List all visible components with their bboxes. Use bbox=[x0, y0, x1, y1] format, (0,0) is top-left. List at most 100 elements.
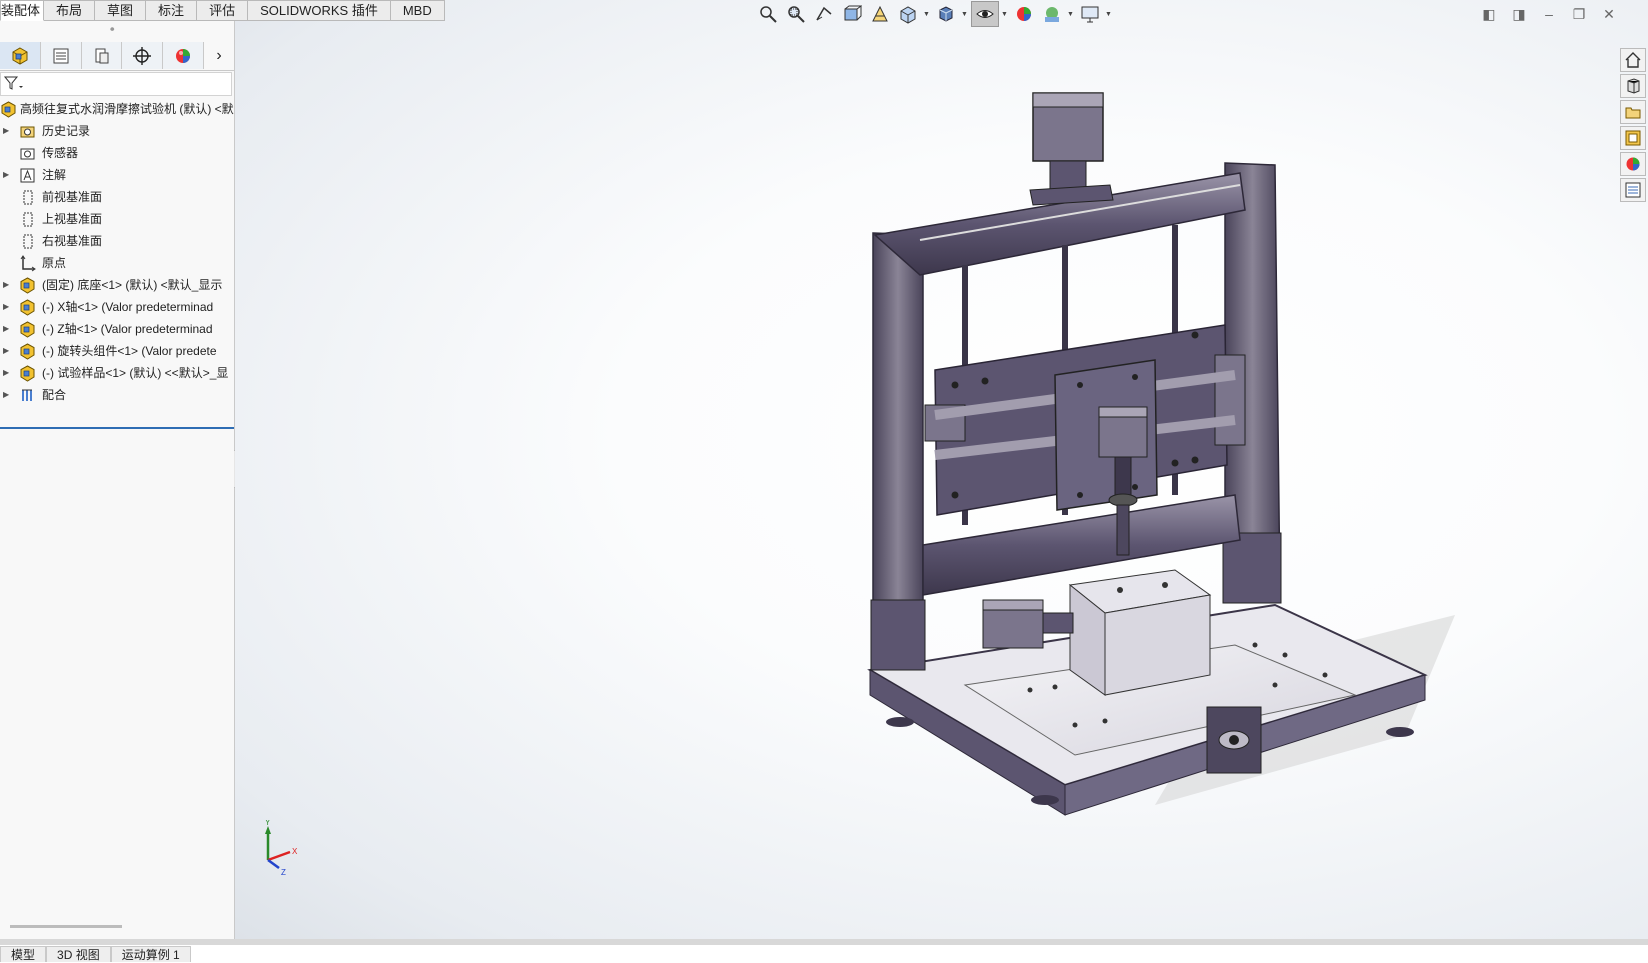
tree-item[interactable]: ▶ 注解 bbox=[0, 164, 234, 186]
view-orientation-button[interactable] bbox=[895, 2, 921, 26]
chevron-down-icon[interactable]: ▼ bbox=[1001, 11, 1009, 18]
view-settings-button[interactable] bbox=[1077, 2, 1103, 26]
section-view-button[interactable] bbox=[839, 2, 865, 26]
x-axis-arrow bbox=[267, 850, 291, 862]
chevron-down-icon[interactable]: ▼ bbox=[923, 11, 931, 18]
tree-item[interactable]: ▶ (-) 试验样品<1> (默认) <<默认>_显 bbox=[0, 362, 234, 384]
tree-item-label: 原点 bbox=[42, 256, 67, 270]
expand-arrow-icon[interactable]: ▶ bbox=[3, 318, 9, 340]
home-icon bbox=[1625, 52, 1641, 68]
expand-arrow-icon[interactable]: ▶ bbox=[3, 384, 9, 406]
tree-item[interactable]: ▶ (-) Z轴<1> (Valor predeterminad bbox=[0, 318, 234, 340]
solidworks-resources-tab[interactable] bbox=[1620, 48, 1646, 72]
design-library-tab[interactable] bbox=[1620, 74, 1646, 98]
tree-item[interactable]: 上视基准面 bbox=[0, 208, 234, 230]
mates-icon bbox=[22, 389, 32, 401]
bottom-tabs: 模型 3D 视图 运动算例 1 bbox=[0, 946, 191, 962]
tab-3d-views[interactable]: 3D 视图 bbox=[46, 946, 111, 962]
display-style-icon bbox=[939, 6, 953, 22]
lower-crossbar bbox=[922, 494, 1241, 596]
scene-icon bbox=[1045, 7, 1059, 22]
tree-item-label: 历史记录 bbox=[42, 124, 91, 138]
minimize-icon[interactable]: – bbox=[1538, 3, 1560, 25]
panel-tab-bar: › bbox=[0, 42, 234, 71]
feature-manager-tab[interactable] bbox=[0, 42, 41, 69]
tab-sketch[interactable]: 草图 bbox=[95, 0, 147, 21]
restore-icon[interactable]: ❐ bbox=[1568, 3, 1590, 25]
close-icon[interactable]: ✕ bbox=[1598, 3, 1620, 25]
expand-arrow-icon[interactable]: ▶ bbox=[3, 340, 9, 362]
property-manager-tab[interactable] bbox=[40, 42, 82, 69]
tree-item[interactable]: 传感器 bbox=[0, 142, 234, 164]
tab-motion-study[interactable]: 运动算例 1 bbox=[110, 946, 191, 962]
assembly-model-render[interactable] bbox=[635, 85, 1455, 835]
tree-filter[interactable] bbox=[0, 72, 232, 96]
tree-item[interactable]: ▶ 历史记录 bbox=[0, 120, 234, 142]
zoom-to-fit-button[interactable] bbox=[755, 2, 781, 26]
tree-item[interactable]: ▶ 配合 bbox=[0, 384, 234, 406]
coordinate-triad: Y X Z bbox=[265, 820, 298, 877]
tile-right-icon[interactable]: ◨ bbox=[1508, 3, 1530, 25]
tab-markup[interactable]: 标注 bbox=[146, 0, 198, 21]
tree-item[interactable]: ▶ (-) X轴<1> (Valor predeterminad bbox=[0, 296, 234, 318]
tree-item-label: (-) Z轴<1> (Valor predeterminad bbox=[42, 322, 213, 336]
chevron-down-icon[interactable]: ▼ bbox=[1105, 11, 1113, 18]
tree-root-assembly[interactable]: 高频往复式水润滑摩擦试验机 (默认) <默 bbox=[0, 98, 234, 120]
feature-tree: 高频往复式水润滑摩擦试验机 (默认) <默 ▶ 历史记录传感器 ▶ 注解 前视基准面上视… bbox=[0, 98, 234, 406]
history-folder-icon bbox=[20, 126, 35, 138]
expand-arrow-icon[interactable]: ▶ bbox=[3, 362, 9, 384]
component-icon bbox=[20, 343, 35, 360]
panel-grip-icon[interactable]: ⦁ bbox=[110, 23, 115, 34]
apply-scene-button[interactable] bbox=[1039, 2, 1065, 26]
tab-layout[interactable]: 布局 bbox=[44, 0, 96, 21]
horizontal-scrollbar[interactable] bbox=[10, 925, 122, 928]
configuration-icon bbox=[95, 48, 109, 63]
tree-item[interactable]: 前视基准面 bbox=[0, 186, 234, 208]
tree-item[interactable]: ▶ (固定) 底座<1> (默认) <默认_显示 bbox=[0, 274, 234, 296]
display-style-button[interactable] bbox=[933, 2, 959, 26]
expand-arrow-icon[interactable]: ▶ bbox=[3, 120, 9, 142]
dimxpert-manager-tab[interactable] bbox=[122, 42, 164, 69]
configuration-manager-tab[interactable] bbox=[81, 42, 123, 69]
tree-item-label: 传感器 bbox=[42, 146, 79, 160]
tab-evaluate[interactable]: 评估 bbox=[197, 0, 249, 21]
annotation-icon bbox=[20, 168, 35, 183]
view-palette-tab[interactable] bbox=[1620, 126, 1646, 150]
tab-mbd[interactable]: MBD bbox=[390, 0, 445, 21]
tree-item-label: 配合 bbox=[42, 388, 67, 402]
view-orientation-icon bbox=[900, 6, 916, 24]
edit-appearance-button[interactable] bbox=[1011, 2, 1037, 26]
crosshair-icon bbox=[133, 46, 152, 65]
expand-arrow-icon[interactable]: ▶ bbox=[3, 164, 9, 186]
file-explorer-tab[interactable] bbox=[1620, 100, 1646, 124]
zoom-fit-icon bbox=[760, 6, 777, 23]
custom-properties-tab[interactable] bbox=[1620, 178, 1646, 202]
expand-arrow-icon[interactable]: ▶ bbox=[3, 274, 9, 296]
tree-item[interactable]: ▶ (-) 旋转头组件<1> (Valor predete bbox=[0, 340, 234, 362]
tree-item-label: 右视基准面 bbox=[42, 234, 103, 248]
tree-item[interactable]: 右视基准面 bbox=[0, 230, 234, 252]
tab-model[interactable]: 模型 bbox=[0, 946, 47, 962]
test-sample-block bbox=[1068, 569, 1212, 696]
tree-item-label: 上视基准面 bbox=[42, 212, 103, 226]
chevron-down-icon[interactable]: ▼ bbox=[961, 11, 969, 18]
tab-solidworks-addins[interactable]: SOLIDWORKS 插件 bbox=[248, 0, 391, 21]
document-window-controls: ◧ ◨ – ❐ ✕ bbox=[1478, 3, 1620, 25]
chevron-down-icon[interactable]: ▼ bbox=[1067, 11, 1075, 18]
hide-show-items-button[interactable] bbox=[971, 1, 999, 27]
tree-item-label: (-) X轴<1> (Valor predeterminad bbox=[42, 300, 214, 314]
tab-assembly[interactable]: 装配体 bbox=[0, 0, 45, 21]
appearances-tab[interactable] bbox=[1620, 152, 1646, 176]
display-manager-tab[interactable] bbox=[163, 42, 205, 69]
tile-left-icon[interactable]: ◧ bbox=[1478, 3, 1500, 25]
chevron-right-icon[interactable]: › bbox=[204, 42, 234, 69]
plane-icon bbox=[23, 190, 33, 205]
appearance-sphere-icon bbox=[1017, 7, 1031, 21]
previous-view-button[interactable] bbox=[811, 2, 837, 26]
zoom-to-area-button[interactable] bbox=[783, 2, 809, 26]
component-icon bbox=[20, 365, 35, 382]
tree-item[interactable]: 原点 bbox=[0, 252, 234, 274]
dynamic-annotation-button[interactable] bbox=[867, 2, 893, 26]
expand-arrow-icon[interactable]: ▶ bbox=[3, 296, 9, 318]
graphics-viewport[interactable]: ▼ ▼ ▼ ▼ ▼ ◧ ◨ – ❐ ✕ Y X Z bbox=[235, 0, 1648, 939]
